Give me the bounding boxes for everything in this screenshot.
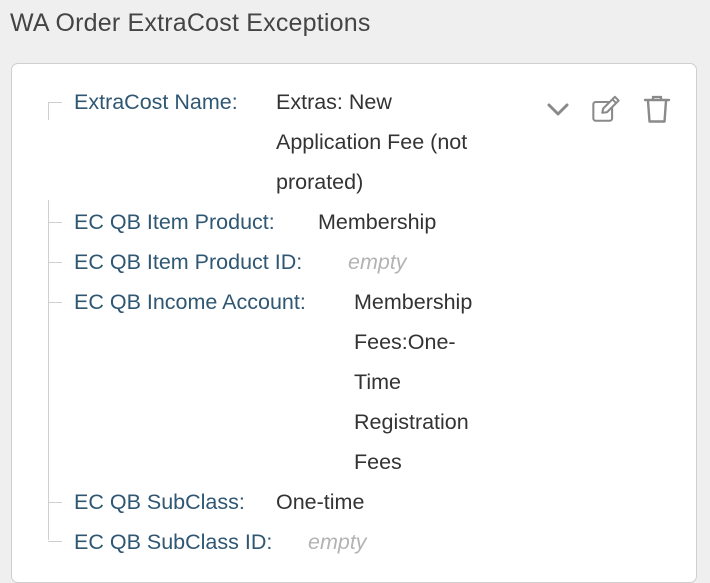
field-value-income-account-line-3: Time xyxy=(354,370,401,394)
edit-icon[interactable] xyxy=(591,94,621,124)
field-label-item-product: EC QB Item Product: xyxy=(74,210,275,234)
field-value-extracost-name-line-2: Application Fee (not xyxy=(276,130,468,154)
field-value-subclass-id: empty xyxy=(308,530,367,554)
tree-connector xyxy=(48,502,62,503)
tree-connector xyxy=(48,222,62,223)
field-value-income-account-line-5: Fees xyxy=(354,450,402,474)
field-value-extracost-name-line-1: Extras: New xyxy=(276,90,392,114)
field-value-income-account-line-1: Membership xyxy=(354,290,473,314)
tree-connector xyxy=(48,200,49,540)
field-value-item-product-id: empty xyxy=(348,250,407,274)
tree-connector xyxy=(48,262,62,263)
field-value-income-account-line-4: Registration xyxy=(354,410,469,434)
tree-connector xyxy=(48,302,62,303)
field-value-extracost-name-line-3: prorated) xyxy=(276,170,364,194)
tree-connector xyxy=(48,541,62,542)
field-label-subclass-id: EC QB SubClass ID: xyxy=(74,530,273,554)
trash-icon[interactable] xyxy=(642,94,672,124)
tree-connector xyxy=(48,102,62,120)
field-label-income-account: EC QB Income Account: xyxy=(74,290,306,314)
field-label-extracost-name: ExtraCost Name: xyxy=(74,90,238,114)
chevron-down-icon[interactable] xyxy=(543,94,573,124)
field-label-subclass: EC QB SubClass: xyxy=(74,490,245,514)
field-value-subclass: One-time xyxy=(276,490,365,514)
field-label-item-product-id: EC QB Item Product ID: xyxy=(74,250,303,274)
field-value-income-account-line-2: Fees:One- xyxy=(354,330,456,354)
field-value-item-product: Membership xyxy=(318,210,437,234)
page-title: WA Order ExtraCost Exceptions xyxy=(10,9,371,37)
